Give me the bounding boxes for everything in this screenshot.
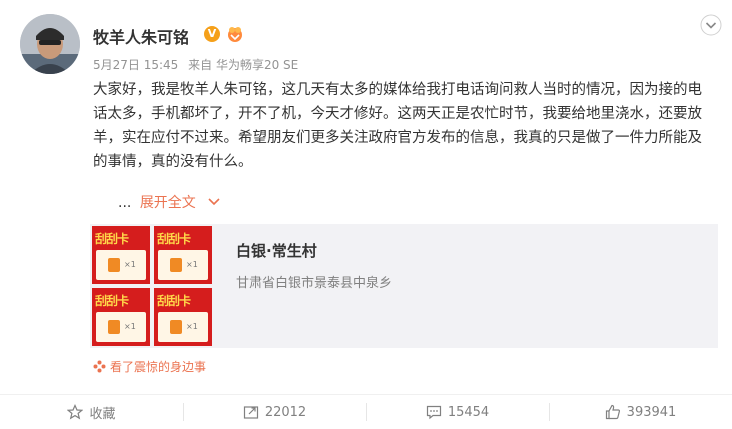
thumbs-up-icon bbox=[605, 404, 620, 420]
card-thumbnail-grid: 刮刮卡 ×1 刮刮卡 ×1 刮刮卡 ×1 刮刮卡 ×1 bbox=[92, 226, 212, 346]
like-button[interactable]: 393941 bbox=[549, 395, 732, 429]
verified-icon: V bbox=[204, 26, 220, 42]
repost-count: 22012 bbox=[264, 404, 307, 420]
avatar[interactable] bbox=[20, 14, 80, 74]
thumbnail-qty: ×1 bbox=[124, 260, 136, 269]
location-card[interactable]: 刮刮卡 ×1 刮刮卡 ×1 刮刮卡 ×1 刮刮卡 ×1 白银·常生村 甘肃省白银… bbox=[90, 224, 718, 348]
thumbnail-label: 刮刮卡 bbox=[157, 294, 191, 308]
ellipsis: ... bbox=[118, 195, 132, 211]
post-meta: 5月27日 15:45 来自 华为畅享20 SE bbox=[93, 56, 304, 73]
comment-count: 15454 bbox=[447, 404, 490, 420]
like-count: 393941 bbox=[626, 404, 677, 420]
expand-full-text-link[interactable]: 展开全文 bbox=[140, 195, 196, 211]
thumbnail-qty: ×1 bbox=[124, 322, 136, 331]
source-link[interactable]: 看了震惊的身边事 bbox=[93, 358, 206, 375]
chevron-down-icon[interactable] bbox=[208, 198, 220, 206]
avatar-photo bbox=[20, 14, 80, 74]
expand-row: ... 展开全文 bbox=[118, 192, 220, 212]
thumbnail-label: 刮刮卡 bbox=[157, 232, 191, 246]
flower-icon bbox=[93, 360, 106, 373]
scratch-card-thumbnail: 刮刮卡 ×1 bbox=[154, 288, 212, 346]
fan-badge-icon bbox=[228, 27, 242, 42]
scratch-card-thumbnail: 刮刮卡 ×1 bbox=[154, 226, 212, 284]
repost-button[interactable]: 22012 bbox=[183, 395, 366, 429]
username[interactable]: 牧羊人朱可铭 bbox=[93, 24, 189, 48]
action-bar: 收藏 22012 15454 393941 bbox=[0, 394, 732, 429]
star-icon bbox=[67, 404, 84, 420]
thumbnail-qty: ×1 bbox=[186, 322, 198, 331]
repost-icon bbox=[243, 406, 258, 419]
more-options-icon[interactable] bbox=[700, 14, 722, 36]
comment-icon bbox=[426, 405, 441, 420]
thumbnail-label: 刮刮卡 bbox=[95, 232, 129, 246]
favorite-label: 收藏 bbox=[89, 406, 116, 422]
scratch-card-thumbnail: 刮刮卡 ×1 bbox=[92, 288, 150, 346]
post-device: 来自 华为畅享20 SE bbox=[188, 58, 299, 72]
source-link-label[interactable]: 看了震惊的身边事 bbox=[110, 360, 206, 374]
thumbnail-qty: ×1 bbox=[186, 260, 198, 269]
scratch-card-thumbnail: 刮刮卡 ×1 bbox=[92, 226, 150, 284]
comment-button[interactable]: 15454 bbox=[366, 395, 549, 429]
location-address: 甘肃省白银市景泰县中泉乡 bbox=[236, 276, 393, 291]
favorite-button[interactable]: 收藏 bbox=[0, 395, 183, 429]
thumbnail-label: 刮刮卡 bbox=[95, 294, 129, 308]
post-date[interactable]: 5月27日 15:45 bbox=[93, 58, 178, 72]
location-title: 白银·常生村 bbox=[236, 242, 317, 260]
post-text: 大家好，我是牧羊人朱可铭，这几天有太多的媒体给我打电话询问救人当时的情况，因为接… bbox=[93, 82, 702, 170]
